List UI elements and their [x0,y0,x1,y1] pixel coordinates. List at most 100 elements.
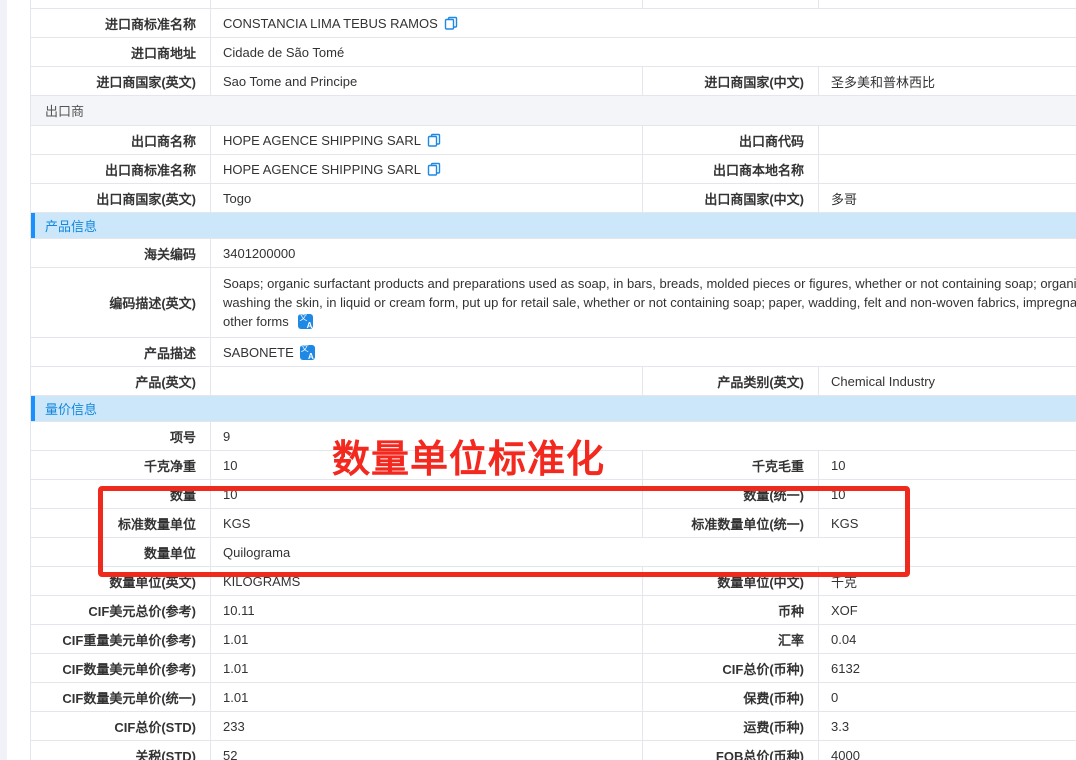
field-value: 10 [819,480,1076,508]
page-left-gutter [0,0,7,760]
table-row-cif-qty-unit-price-ref: CIF数量美元单价(参考) 1.01 CIF总价(币种) 6132 [31,654,1076,683]
exporter-std-name-value: HOPE AGENCE SHIPPING SARL [223,162,421,177]
field-label: CIF数量美元单价(统一) [31,683,211,711]
field-value: HOPE AGENCE SHIPPING SARL [211,155,643,183]
table-row-product-english: 产品(英文) 产品类别(英文) Chemical Industry [31,367,1076,396]
table-row-product-description: 产品描述 SABONETE 文 A [31,338,1076,367]
field-label: 进口商地址 [31,38,211,66]
field-label: 千克净重 [31,451,211,479]
field-label: FOB总价(币种) [643,741,819,760]
field-value [211,0,643,8]
field-label: 编码描述(英文) [31,268,211,337]
field-value [819,0,1076,8]
field-label: CIF总价(币种) [643,654,819,682]
table-row-cif-weight-unit-price: CIF重量美元单价(参考) 1.01 汇率 0.04 [31,625,1076,654]
field-value: 3401200000 [211,239,1076,267]
field-label: 数量单位(英文) [31,567,211,595]
field-label: CIF美元总价(参考) [31,596,211,624]
field-label [31,0,211,8]
field-value: 6132 [819,654,1076,682]
field-label: 数量(统一) [643,480,819,508]
field-label: 出口商国家(中文) [643,184,819,212]
field-label: 数量单位(中文) [643,567,819,595]
section-title: 量价信息 [45,399,97,418]
table-row-exporter-country: 出口商国家(英文) Togo 出口商国家(中文) 多哥 [31,184,1076,213]
field-label: 出口商标准名称 [31,155,211,183]
field-label: 出口商国家(英文) [31,184,211,212]
annotation-text: 数量单位标准化 [332,428,605,483]
field-value: Togo [211,184,643,212]
table-row-quantity: 数量 10 数量(统一) 10 [31,480,1076,509]
exporter-name-value: HOPE AGENCE SHIPPING SARL [223,133,421,148]
field-value: Chemical Industry [819,367,1076,395]
table-row-std-quantity-unit: 标准数量单位 KGS 标准数量单位(统一) KGS [31,509,1076,538]
field-value [211,367,643,395]
table-row-importer-address: 进口商地址 Cidade de São Tomé [31,38,1076,67]
field-label: 运费(币种) [643,712,819,740]
field-label: CIF重量美元单价(参考) [31,625,211,653]
field-label: 进口商国家(中文) [643,67,819,95]
table-row-hs-description: 编码描述(英文) Soaps; organic surfactant produ… [31,268,1076,338]
field-label: 产品(英文) [31,367,211,395]
hs-description-value: Soaps; organic surfactant products and p… [211,268,1076,337]
field-label: 产品类别(英文) [643,367,819,395]
trade-record-detail-page: 进口商标准名称 CONSTANCIA LIMA TEBUS RAMOS 进口商地… [0,0,1076,760]
field-value: Cidade de São Tomé [211,38,1076,66]
field-label: 出口商名称 [31,126,211,154]
field-value: 233 [211,712,643,740]
field-value: 4000 [819,741,1076,760]
field-value: 圣多美和普林西比 [819,67,1076,95]
field-value: SABONETE 文 A [211,338,1076,366]
table-row-quantity-unit: 数量单位 Quilograma [31,538,1076,567]
copy-icon[interactable] [427,162,441,176]
copy-icon[interactable] [427,133,441,147]
table-row-exporter-std-name: 出口商标准名称 HOPE AGENCE SHIPPING SARL 出口商本地名… [31,155,1076,184]
translate-icon[interactable]: 文 A [298,314,313,329]
product-description-value: SABONETE [223,345,294,360]
section-header-quantity-price-info: 量价信息 [31,396,1076,422]
field-label: 标准数量单位 [31,509,211,537]
field-value: Sao Tome and Principe [211,67,643,95]
section-accent-bar [31,396,35,421]
field-value: 3.3 [819,712,1076,740]
field-value: 千克 [819,567,1076,595]
field-value [819,155,1076,183]
table-row-tariff-std: 关税(STD) 52 FOB总价(币种) 4000 [31,741,1076,760]
field-value: 10 [211,480,643,508]
importer-std-name-value: CONSTANCIA LIMA TEBUS RAMOS [223,16,438,31]
subsection-header-exporter: 出口商 [31,96,1076,126]
section-title: 产品信息 [45,216,97,235]
field-value: 52 [211,741,643,760]
field-label [643,0,819,8]
field-label: 海关编码 [31,239,211,267]
field-value: 1.01 [211,625,643,653]
table-row-importer-country: 进口商国家(英文) Sao Tome and Principe 进口商国家(中文… [31,67,1076,96]
field-label: 出口商代码 [643,126,819,154]
translate-icon[interactable]: 文 A [300,345,315,360]
field-value: 10 [819,451,1076,479]
field-label: 币种 [643,596,819,624]
field-value: KGS [211,509,643,537]
field-label: 关税(STD) [31,741,211,760]
table-row-cif-qty-unit-price-uni: CIF数量美元单价(统一) 1.01 保费(币种) 0 [31,683,1076,712]
field-label: 数量 [31,480,211,508]
section-accent-bar [31,213,35,238]
field-label: 项号 [31,422,211,450]
field-label: 产品描述 [31,338,211,366]
field-label: 保费(币种) [643,683,819,711]
table-row-partial-top [31,0,1076,9]
field-label: CIF总价(STD) [31,712,211,740]
table-row-cif-usd-total: CIF美元总价(参考) 10.11 币种 XOF [31,596,1076,625]
field-label: 进口商国家(英文) [31,67,211,95]
table-row-hs-code: 海关编码 3401200000 [31,239,1076,268]
field-value: 多哥 [819,184,1076,212]
copy-icon[interactable] [444,16,458,30]
field-label: CIF数量美元单价(参考) [31,654,211,682]
description-line: other forms 文 A [223,312,1076,331]
description-line-text: other forms [223,314,289,329]
field-value: HOPE AGENCE SHIPPING SARL [211,126,643,154]
field-value: Quilograma [211,538,1076,566]
field-value: 0.04 [819,625,1076,653]
field-value: 10.11 [211,596,643,624]
table-row-exporter-name: 出口商名称 HOPE AGENCE SHIPPING SARL 出口商代码 [31,126,1076,155]
